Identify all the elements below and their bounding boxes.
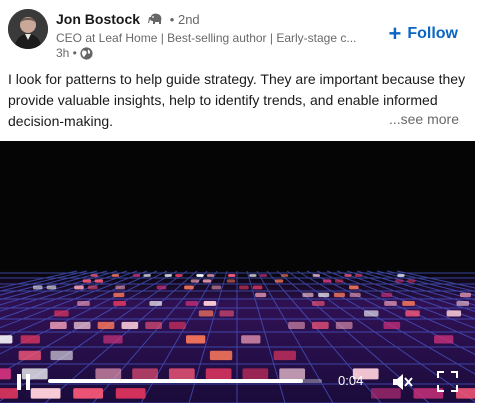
- author-name[interactable]: Jon Bostock: [56, 11, 140, 27]
- grid-light: [97, 321, 115, 330]
- post-time-text: 3h •: [56, 46, 77, 60]
- grid-light: [344, 274, 352, 277]
- grid-light: [349, 285, 359, 290]
- author-headline: CEO at Leaf Home | Best-selling author |…: [56, 31, 356, 45]
- see-more-link[interactable]: ...see more: [384, 111, 459, 127]
- grid-light: [175, 274, 183, 277]
- grid-light: [459, 292, 471, 298]
- grid-light: [115, 285, 125, 290]
- grid-light: [239, 285, 249, 290]
- grid-light: [312, 321, 329, 330]
- grid-light: [211, 285, 222, 290]
- elephant-icon: [147, 12, 164, 29]
- grid-light: [280, 274, 289, 277]
- grid-light: [322, 279, 332, 283]
- grid-light: [228, 274, 236, 277]
- grid-light: [73, 321, 91, 330]
- grid-light: [111, 274, 120, 277]
- grid-light: [407, 279, 416, 283]
- post-time: 3h •: [56, 46, 93, 60]
- grid-light: [20, 335, 40, 344]
- grid-light: [46, 285, 57, 290]
- grid-light: [318, 292, 330, 298]
- grid-light: [185, 300, 199, 306]
- author-line: Jon Bostock • 2nd: [56, 11, 200, 29]
- grid-light: [190, 279, 200, 283]
- avatar[interactable]: [8, 9, 48, 49]
- grid-light: [405, 310, 420, 317]
- grid-light: [77, 300, 90, 306]
- grid-light: [196, 274, 204, 277]
- grid-light: [302, 292, 314, 298]
- grid-light: [103, 335, 123, 344]
- grid-light: [143, 274, 151, 277]
- grid-light: [82, 279, 92, 283]
- grid-light: [184, 285, 194, 290]
- grid-light: [121, 321, 139, 330]
- grid-light: [0, 335, 13, 344]
- grid-light: [364, 310, 379, 317]
- grid-light: [156, 285, 167, 290]
- grid-light: [202, 279, 212, 283]
- fullscreen-icon[interactable]: [437, 371, 458, 392]
- grid-light: [349, 292, 361, 298]
- grid-light: [203, 300, 217, 306]
- grid-light: [87, 285, 98, 290]
- grid-light: [311, 300, 325, 306]
- grid-light: [434, 335, 454, 344]
- progress-fill: [48, 379, 303, 383]
- grid-light: [249, 274, 257, 277]
- grid-light: [274, 279, 284, 283]
- plus-icon: +: [388, 21, 402, 46]
- grid-light: [456, 300, 470, 306]
- mute-icon[interactable]: [391, 371, 415, 393]
- grid-light: [206, 274, 215, 277]
- grid-light: [226, 279, 236, 283]
- grid-light: [335, 321, 353, 330]
- follow-label: Follow: [407, 25, 458, 42]
- grid-light: [113, 300, 126, 306]
- grid-light: [113, 292, 125, 298]
- grid-light: [288, 321, 305, 330]
- grid-light: [334, 279, 344, 283]
- grid-light: [252, 285, 263, 290]
- grid-light: [219, 310, 234, 317]
- grid-light: [132, 274, 141, 277]
- pause-icon[interactable]: [14, 372, 34, 392]
- grid-light: [383, 321, 401, 330]
- grid-light: [145, 321, 162, 330]
- post-header: Jon Bostock • 2nd CEO at Leaf Home | Bes…: [0, 0, 478, 68]
- grid-light: [333, 292, 345, 298]
- grid-light: [446, 310, 462, 317]
- connection-degree: • 2nd: [169, 12, 200, 27]
- grid-light: [186, 335, 206, 344]
- grid-light: [241, 335, 261, 344]
- grid-light: [402, 300, 415, 306]
- grid-light: [50, 321, 67, 330]
- grid-light: [149, 300, 163, 306]
- grid-light: [54, 310, 69, 317]
- grid-light: [397, 274, 405, 277]
- grid-light: [32, 285, 43, 290]
- time-display: 0:04: [338, 373, 364, 388]
- grid-light: [74, 285, 84, 290]
- grid-light: [354, 274, 363, 277]
- video-player[interactable]: 0:04: [0, 141, 475, 403]
- grid-light: [394, 279, 404, 283]
- grid-light: [381, 292, 393, 298]
- grid-light: [164, 274, 172, 277]
- grid-light: [255, 292, 267, 298]
- globe-icon: [80, 46, 93, 60]
- video-controls: 0:04: [0, 359, 475, 403]
- grid-light: [90, 274, 98, 277]
- grid-light: [384, 300, 397, 306]
- grid-light: [169, 321, 186, 330]
- progress-bar[interactable]: [48, 379, 322, 383]
- grid-light: [312, 274, 321, 277]
- grid-light: [198, 310, 214, 317]
- grid-light: [259, 274, 268, 277]
- grid-light: [94, 279, 104, 283]
- follow-button[interactable]: + Follow: [388, 21, 458, 46]
